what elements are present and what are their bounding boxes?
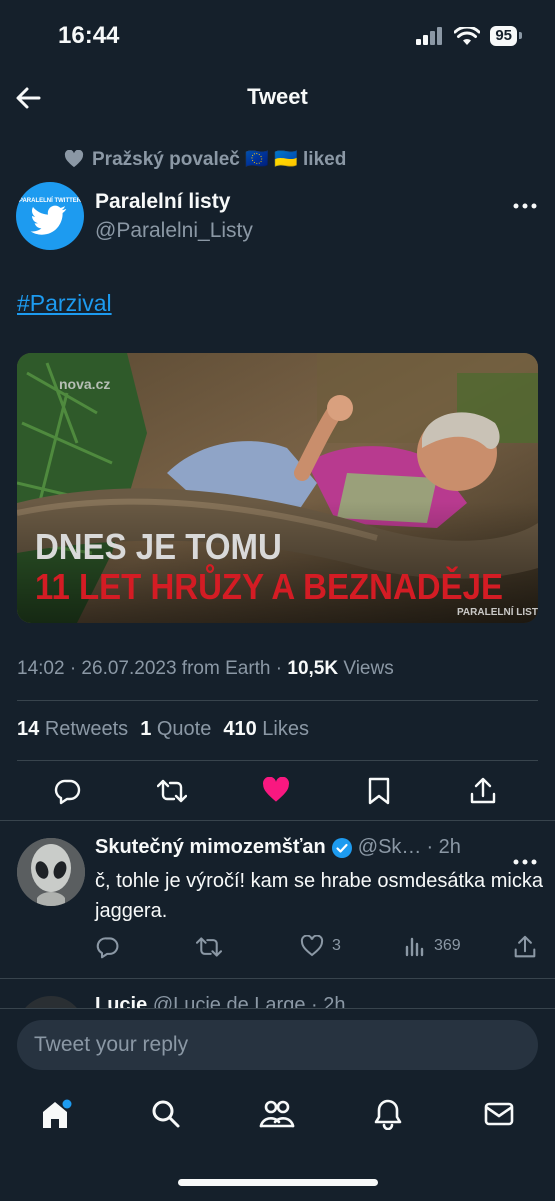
reply-icon [54, 779, 81, 805]
alien-avatar-image [17, 838, 85, 906]
communities-icon [259, 1100, 295, 1128]
author-avatar[interactable]: PARALELNÍ TWITTER [16, 182, 84, 250]
author-handle[interactable]: @Paralelni_Listy [95, 219, 253, 243]
divider [0, 820, 555, 821]
views-count: 10,5K [287, 658, 339, 679]
media-overlay-line2: 11 LET HRŮZY A BEZNADĚJE [35, 562, 503, 607]
reply-view-count: 369 [434, 937, 461, 954]
likes-count: 410 [223, 718, 257, 740]
reply-author-name[interactable]: Skutečný mimozemšťan [95, 836, 326, 859]
retweets-stat[interactable]: 14 Retweets [17, 718, 128, 741]
tweet-timestamp: 14:02 · 26.07.2023 from Earth · [17, 658, 283, 679]
share-button[interactable] [470, 777, 496, 810]
reply-retweet-button[interactable] [196, 935, 222, 959]
reply-text: č, tohle je výročí! kam se hrabe osmdesá… [95, 870, 543, 922]
signal-icon [416, 27, 443, 45]
retweets-label: Retweets [44, 718, 129, 740]
quotes-count: 1 [140, 718, 152, 740]
reply-avatar[interactable] [17, 838, 85, 906]
media-watermark: nova.cz [59, 376, 110, 392]
nav-messages[interactable] [483, 1098, 515, 1135]
reply-author-handle[interactable]: @Sk… [358, 836, 422, 859]
search-icon [152, 1100, 180, 1128]
tweet-image: nova.cz DNES JE TOMU 11 LET HRŮZY A BEZN… [17, 353, 538, 623]
more-icon [513, 859, 537, 865]
divider [17, 700, 538, 701]
nav-home[interactable] [39, 1098, 75, 1137]
retweet-button[interactable] [156, 777, 188, 810]
likes-stat[interactable]: 410 Likes [223, 718, 309, 741]
media-credit: PARALELNÍ LISTY [457, 605, 538, 618]
hashtag-link[interactable]: #Parzival [17, 290, 112, 317]
tweet-meta: 14:02 · 26.07.2023 from Earth · 10,5K Vi… [17, 658, 394, 680]
reply-reply-button[interactable] [96, 935, 120, 959]
twitter-bird-icon [30, 205, 67, 235]
messages-icon [484, 1102, 514, 1126]
quotes-stat[interactable]: 1 Quote [140, 718, 211, 741]
more-options-button[interactable] [513, 190, 537, 216]
reply-composer-input[interactable]: Tweet your reply [17, 1020, 538, 1070]
status-time: 16:44 [58, 22, 120, 49]
page-title: Tweet [247, 84, 308, 109]
author-name[interactable]: Paralelní listy [95, 190, 230, 214]
reply-icon [96, 937, 119, 959]
social-context-text: Pražský povaleč 🇪🇺 🇺🇦 liked [92, 149, 347, 170]
nav-communities[interactable] [259, 1098, 295, 1135]
retweet-icon [196, 937, 222, 957]
heart-icon [64, 150, 84, 168]
views-label: Views [343, 658, 394, 679]
retweets-count: 14 [17, 718, 40, 740]
nav-search[interactable] [150, 1098, 182, 1135]
reply-button[interactable] [54, 777, 82, 810]
home-indicator [178, 1179, 378, 1186]
reply-views-button[interactable]: 369 [404, 935, 461, 957]
home-icon [43, 1099, 72, 1128]
reply-like-count: 3 [332, 937, 341, 954]
tweet-media[interactable]: nova.cz DNES JE TOMU 11 LET HRŮZY A BEZN… [17, 353, 538, 623]
share-icon [514, 935, 536, 958]
verified-badge-icon [331, 837, 352, 858]
media-overlay-line1: DNES JE TOMU [35, 528, 282, 568]
heart-filled-icon [263, 776, 289, 802]
analytics-icon [405, 937, 424, 957]
divider [0, 978, 555, 979]
share-icon [470, 777, 496, 804]
heart-outline-icon [300, 935, 324, 957]
bookmark-icon [368, 777, 390, 805]
reply-time: · 2h [426, 836, 461, 858]
notifications-icon [374, 1099, 402, 1131]
likes-label: Likes [262, 718, 309, 740]
social-context: Pražský povaleč 🇪🇺 🇺🇦 liked [64, 147, 346, 171]
like-button[interactable] [262, 776, 290, 808]
quotes-label: Quote [156, 718, 212, 740]
status-icons: 95 [416, 26, 522, 46]
tweet-stats: 14 Retweets 1 Quote 410 Likes [17, 718, 309, 741]
bookmark-button[interactable] [367, 777, 391, 810]
reply-header: Skutečný mimozemšťan @Sk… · 2h [95, 836, 461, 859]
reply-share-button[interactable] [514, 935, 536, 959]
reply-like-button[interactable]: 3 [300, 935, 341, 957]
divider [17, 760, 538, 761]
wifi-icon [454, 26, 481, 45]
more-icon [513, 203, 537, 209]
retweet-icon [156, 779, 188, 803]
battery-indicator: 95 [490, 26, 522, 46]
nav-notifications[interactable] [372, 1098, 404, 1135]
